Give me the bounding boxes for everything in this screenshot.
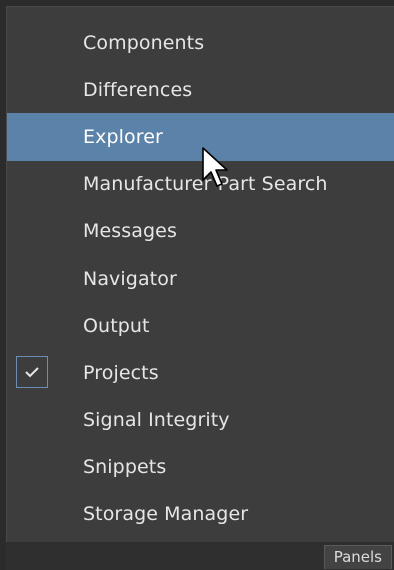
menu-item-label: Projects [83, 361, 159, 384]
menu-item-snippets[interactable]: Snippets [7, 444, 394, 491]
menu-item-label: Output [83, 314, 150, 337]
checkmark-box [16, 356, 48, 389]
menu-item-projects[interactable]: Projects [7, 349, 394, 396]
menu-item-label: Snippets [83, 456, 167, 479]
menu-item-label: Storage Manager [83, 503, 249, 526]
menu-item-navigator[interactable]: Navigator [7, 255, 394, 302]
menu-item-explorer[interactable]: Explorer [7, 113, 394, 161]
menu-item-label: Messages [83, 220, 177, 243]
menu-item-storage-manager[interactable]: Storage Manager [7, 491, 394, 538]
screen: Components Differences Explorer Manufact… [0, 0, 394, 570]
menu-item-signal-integrity[interactable]: Signal Integrity [7, 397, 394, 444]
check-icon [25, 367, 39, 378]
menu-item-label: Explorer [83, 125, 163, 148]
menu-item-label: Navigator [83, 267, 177, 290]
menu-item-manufacturer-part-search[interactable]: Manufacturer Part Search [7, 161, 394, 208]
menu-item-components[interactable]: Components [7, 19, 394, 66]
menu-item-label: Components [83, 31, 205, 54]
status-bar: Panels [6, 542, 394, 570]
menu-item-differences[interactable]: Differences [7, 66, 394, 113]
menu-item-label: Manufacturer Part Search [83, 173, 328, 196]
menu-item-messages[interactable]: Messages [7, 208, 394, 255]
panels-menu: Components Differences Explorer Manufact… [6, 6, 394, 542]
menu-item-label: Signal Integrity [83, 409, 230, 432]
menu-item-output[interactable]: Output [7, 302, 394, 349]
panels-button[interactable]: Panels [323, 545, 392, 569]
menu-item-label: Differences [83, 78, 193, 101]
